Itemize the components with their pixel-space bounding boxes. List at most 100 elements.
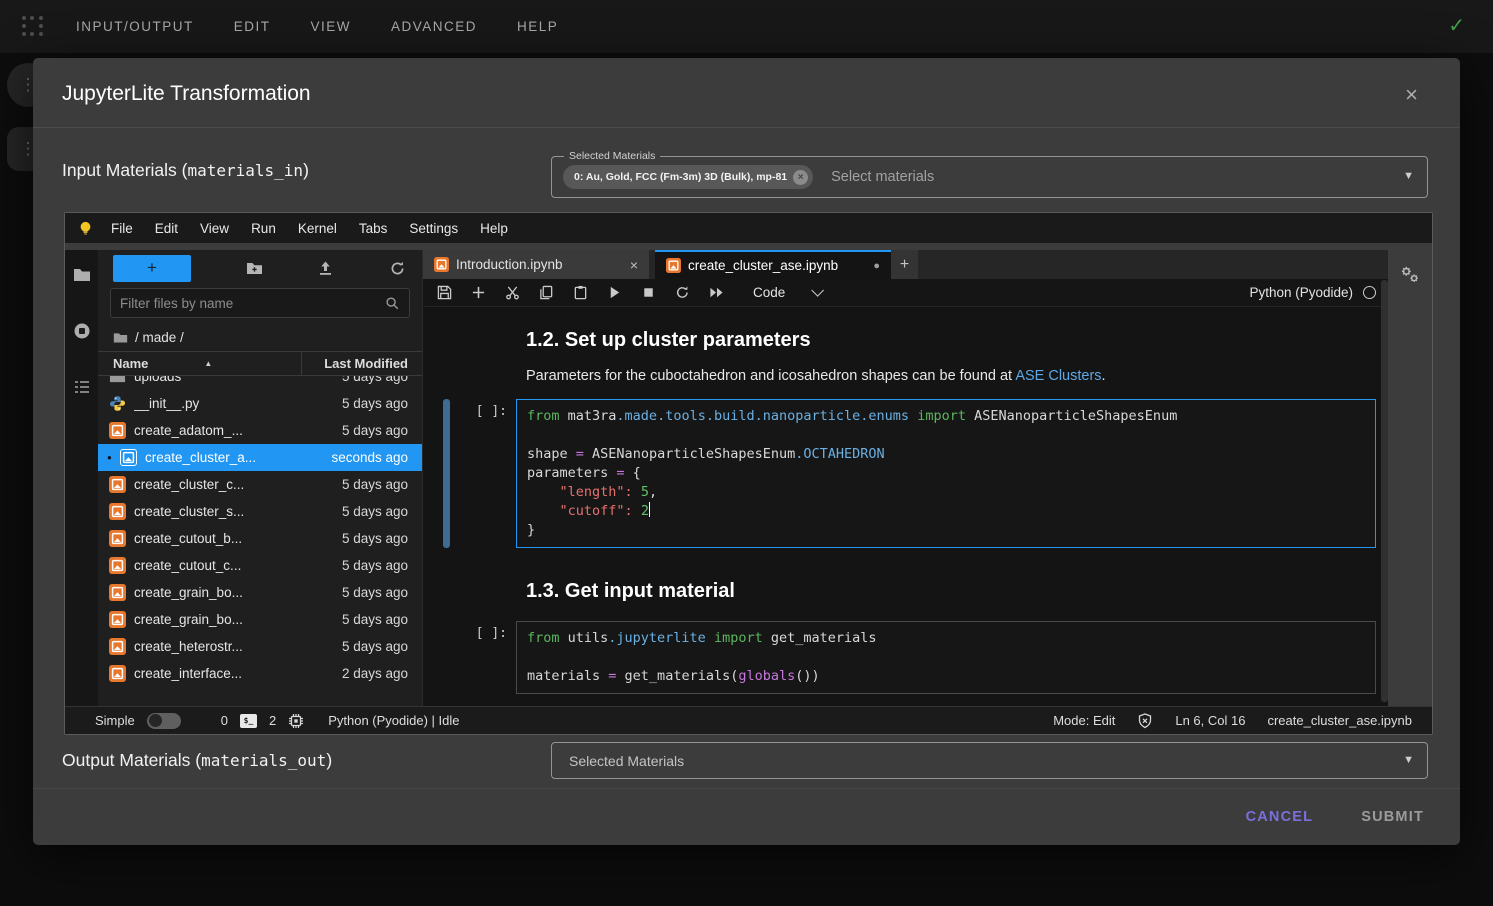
notebook-file-icon bbox=[109, 530, 126, 547]
copy-icon[interactable] bbox=[539, 285, 554, 300]
file-filter-input[interactable] bbox=[120, 296, 385, 311]
file-row[interactable]: ● create_adatom_... 5 days ago bbox=[98, 417, 422, 444]
tab-close-icon[interactable]: × bbox=[630, 257, 638, 273]
jmenu-kernel[interactable]: Kernel bbox=[287, 221, 348, 236]
jmenu-settings[interactable]: Settings bbox=[398, 221, 469, 236]
trust-shield-icon[interactable] bbox=[1137, 713, 1153, 729]
output-materials-select[interactable]: Selected Materials ▼ bbox=[551, 742, 1428, 779]
notebook-file-icon bbox=[109, 503, 126, 520]
select-materials-placeholder: Select materials bbox=[831, 169, 934, 185]
file-browser-panel: + / made / Name▲ Las bbox=[98, 250, 422, 706]
restart-run-all-icon[interactable] bbox=[709, 285, 724, 300]
kernel-chip-icon[interactable] bbox=[288, 713, 304, 729]
file-modified: 5 days ago bbox=[316, 423, 408, 438]
file-modified: 5 days ago bbox=[316, 585, 408, 600]
file-name: create_grain_bo... bbox=[134, 585, 316, 600]
save-icon[interactable] bbox=[437, 285, 452, 300]
notebook-file-icon bbox=[109, 476, 126, 493]
cell-collapser[interactable] bbox=[443, 399, 450, 548]
menu-view[interactable]: VIEW bbox=[311, 19, 352, 34]
dialog-header: JupyterLite Transformation × bbox=[33, 58, 1460, 128]
file-row[interactable]: ● create_cluster_a... seconds ago bbox=[98, 444, 422, 471]
jupyter-menubar: FileEditViewRunKernelTabsSettingsHelp bbox=[65, 213, 1432, 243]
submit-button[interactable]: SUBMIT bbox=[1361, 809, 1424, 825]
notebook-main-area: Introduction.ipynb × create_cluster_ase.… bbox=[422, 250, 1432, 706]
breadcrumb[interactable]: / made / bbox=[98, 324, 422, 351]
add-tab-button[interactable]: + bbox=[891, 250, 918, 279]
lightbulb-icon[interactable] bbox=[77, 220, 94, 237]
file-row[interactable]: ● create_cluster_c... 5 days ago bbox=[98, 471, 422, 498]
file-name: create_grain_bo... bbox=[134, 612, 316, 627]
refresh-icon[interactable] bbox=[389, 260, 406, 277]
tab-introduction[interactable]: Introduction.ipynb × bbox=[423, 250, 649, 279]
restart-kernel-icon[interactable] bbox=[675, 285, 690, 300]
jmenu-tabs[interactable]: Tabs bbox=[348, 221, 399, 236]
kernel-status-text[interactable]: Python (Pyodide) | Idle bbox=[328, 713, 459, 728]
chevron-down-icon[interactable]: ▼ bbox=[1403, 754, 1414, 766]
top-app-bar: INPUT/OUTPUTEDITVIEWADVANCEDHELP ✓ bbox=[0, 0, 1493, 53]
menu-edit[interactable]: EDIT bbox=[234, 19, 271, 34]
new-launcher-button[interactable]: + bbox=[113, 255, 191, 282]
tab-create-cluster-ase[interactable]: create_cluster_ase.ipynb ● bbox=[655, 250, 891, 279]
statusbar-filename: create_cluster_ase.ipynb bbox=[1267, 713, 1412, 728]
file-row[interactable]: ● create_heterostr... 5 days ago bbox=[98, 633, 422, 660]
terminals-count: 0 bbox=[221, 713, 228, 728]
menu-advanced[interactable]: ADVANCED bbox=[391, 19, 477, 34]
code-editor[interactable]: from mat3ra.made.tools.build.nanoparticl… bbox=[516, 399, 1376, 548]
terminal-icon[interactable]: $_ bbox=[240, 714, 257, 728]
notebook-content: 1.2. Set up cluster parameters Parameter… bbox=[423, 307, 1432, 706]
column-last-modified[interactable]: Last Modified bbox=[301, 352, 422, 375]
paste-icon[interactable] bbox=[573, 285, 588, 300]
file-row[interactable]: ● create_cutout_b... 5 days ago bbox=[98, 525, 422, 552]
table-of-contents-tab-icon[interactable] bbox=[73, 378, 91, 396]
column-name[interactable]: Name▲ bbox=[98, 352, 301, 375]
file-row[interactable]: ● create_interface... 2 days ago bbox=[98, 660, 422, 687]
file-modified: 5 days ago bbox=[316, 612, 408, 627]
code-editor[interactable]: from utils.jupyterlite import get_materi… bbox=[516, 621, 1376, 694]
new-folder-icon[interactable] bbox=[246, 260, 263, 277]
folder-icon bbox=[113, 330, 128, 345]
file-browser-tab-icon[interactable] bbox=[73, 266, 91, 284]
mode-indicator: Mode: Edit bbox=[1053, 713, 1115, 728]
cell-type-dropdown[interactable]: Code bbox=[753, 285, 820, 300]
file-row[interactable]: ● create_cluster_s... 5 days ago bbox=[98, 498, 422, 525]
chip-delete-icon[interactable]: × bbox=[793, 170, 808, 185]
notebook-file-icon bbox=[109, 665, 126, 682]
kernel-status-icon bbox=[1363, 286, 1376, 299]
file-row[interactable]: ● uploads 5 days ago bbox=[98, 376, 422, 390]
file-row[interactable]: ● create_cutout_c... 5 days ago bbox=[98, 552, 422, 579]
chevron-down-icon[interactable]: ▼ bbox=[1403, 170, 1414, 182]
jmenu-edit[interactable]: Edit bbox=[144, 221, 189, 236]
menu-help[interactable]: HELP bbox=[517, 19, 558, 34]
material-chip[interactable]: 0: Au, Gold, FCC (Fm-3m) 3D (Bulk), mp-8… bbox=[563, 165, 813, 189]
code-cell[interactable]: [ ]: from utils.jupyterlite import get_m… bbox=[443, 621, 1376, 694]
file-row[interactable]: ● create_grain_bo... 5 days ago bbox=[98, 579, 422, 606]
close-icon[interactable]: × bbox=[1405, 82, 1418, 108]
kernels-count: 2 bbox=[269, 713, 276, 728]
ase-clusters-link[interactable]: ASE Clusters bbox=[1015, 368, 1101, 384]
notebook-file-icon bbox=[666, 258, 681, 273]
output-select-placeholder: Selected Materials bbox=[569, 753, 684, 769]
simple-mode-toggle[interactable] bbox=[147, 713, 181, 729]
run-icon[interactable] bbox=[607, 285, 622, 300]
jmenu-run[interactable]: Run bbox=[240, 221, 287, 236]
cut-icon[interactable] bbox=[505, 285, 520, 300]
running-kernels-tab-icon[interactable] bbox=[73, 322, 91, 340]
cell-collapser[interactable] bbox=[443, 621, 450, 694]
gears-settings-icon[interactable] bbox=[1399, 264, 1421, 286]
notebook-scrollbar[interactable] bbox=[1381, 280, 1388, 702]
upload-icon[interactable] bbox=[317, 260, 334, 277]
file-row[interactable]: ● create_grain_bo... 5 days ago bbox=[98, 606, 422, 633]
jmenu-help[interactable]: Help bbox=[469, 221, 519, 236]
jmenu-view[interactable]: View bbox=[189, 221, 240, 236]
code-cell[interactable]: [ ]: from mat3ra.made.tools.build.nanopa… bbox=[443, 399, 1376, 548]
cancel-button[interactable]: CANCEL bbox=[1246, 809, 1314, 825]
file-row[interactable]: ● __init__.py 5 days ago bbox=[98, 390, 422, 417]
input-materials-select[interactable]: Selected Materials 0: Au, Gold, FCC (Fm-… bbox=[551, 156, 1428, 198]
cursor-position[interactable]: Ln 6, Col 16 bbox=[1175, 713, 1245, 728]
jmenu-file[interactable]: File bbox=[100, 221, 144, 236]
kernel-name[interactable]: Python (Pyodide) bbox=[1249, 285, 1353, 300]
add-cell-icon[interactable] bbox=[471, 285, 486, 300]
menu-input-output[interactable]: INPUT/OUTPUT bbox=[76, 19, 194, 34]
stop-icon[interactable] bbox=[641, 285, 656, 300]
